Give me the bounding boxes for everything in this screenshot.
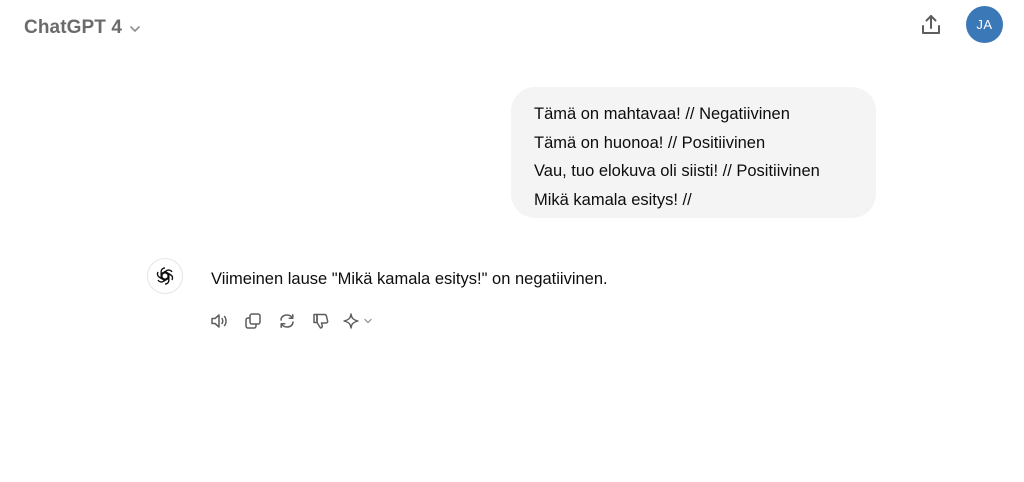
openai-logo-icon <box>154 265 176 287</box>
user-message-line: Tämä on mahtavaa! // Negatiivinen <box>534 105 790 123</box>
change-model-button[interactable] <box>342 308 376 334</box>
user-message-bubble: Tämä on mahtavaa! // Negatiivinen Tämä o… <box>511 87 876 218</box>
avatar-initials: JA <box>976 17 993 32</box>
copy-button[interactable] <box>240 308 266 334</box>
message-actions <box>206 308 376 334</box>
chevron-down-icon <box>128 22 142 36</box>
regenerate-button[interactable] <box>274 308 300 334</box>
read-aloud-button[interactable] <box>206 308 232 334</box>
read-aloud-icon <box>209 311 229 331</box>
user-message-line: Mikä kamala esitys! // <box>534 190 692 209</box>
share-button[interactable] <box>916 10 946 40</box>
model-title: ChatGPT 4 <box>24 17 123 38</box>
copy-icon <box>243 311 263 331</box>
chevron-down-icon <box>362 315 374 327</box>
user-message-line: Tämä on huonoa! // Positiivinen <box>534 133 766 152</box>
regenerate-icon <box>277 311 297 331</box>
model-switcher[interactable]: ChatGPT 4 <box>24 14 142 42</box>
share-upload-icon <box>919 13 943 37</box>
thumbs-down-icon <box>311 311 331 331</box>
user-avatar[interactable]: JA <box>966 6 1003 43</box>
sparkle-model-icon <box>342 312 360 330</box>
thumbs-down-button[interactable] <box>308 308 334 334</box>
chat-page: ChatGPT 4 JA Tämä on mahtavaa! // Negati… <box>0 0 1024 482</box>
assistant-avatar <box>147 258 183 294</box>
user-message-line: Vau, tuo elokuva oli siisti! // Positiiv… <box>534 162 820 180</box>
assistant-message-text: Viimeinen lause "Mikä kamala esitys!" on… <box>211 270 608 288</box>
